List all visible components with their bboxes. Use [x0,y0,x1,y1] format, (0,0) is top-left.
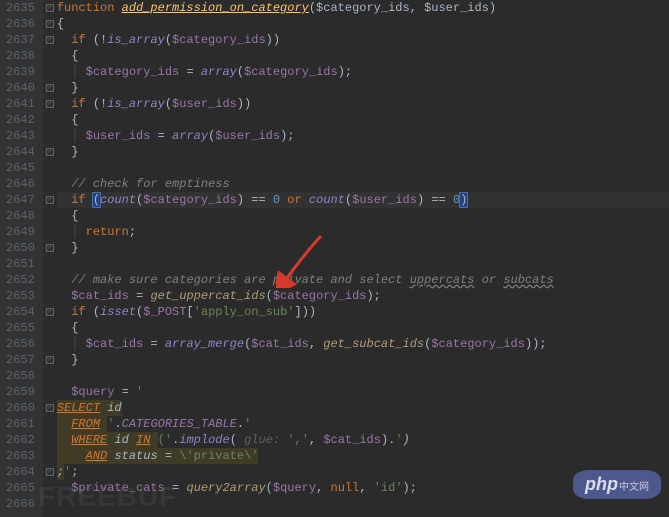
line-number: 2647 [6,192,35,208]
line-number: 2653 [6,288,35,304]
fold-gutter[interactable]: - - - - - - - - - - - - [43,0,57,517]
line-number: 2666 [6,496,35,512]
code-line[interactable]: } [57,144,669,160]
line-number: 2638 [6,48,35,64]
line-number: 2646 [6,176,35,192]
code-line[interactable]: $query = ' [57,384,669,400]
line-number: 2662 [6,432,35,448]
line-number: 2654 [6,304,35,320]
fold-toggle[interactable]: - [46,4,54,12]
line-number: 2650 [6,240,35,256]
code-line[interactable]: │ return; [57,224,669,240]
code-line[interactable]: if (!is_array($category_ids)) [57,32,669,48]
line-number: 2652 [6,272,35,288]
line-number: 2641 [6,96,35,112]
fold-toggle[interactable]: - [46,244,54,252]
fold-toggle[interactable]: - [46,356,54,364]
code-line[interactable]: } [57,240,669,256]
line-number: 2656 [6,336,35,352]
code-line[interactable]: } [57,80,669,96]
line-number: 2636 [6,16,35,32]
code-line[interactable]: { [57,16,669,32]
line-number: 2665 [6,480,35,496]
line-number: 2643 [6,128,35,144]
code-line[interactable]: function add_permission_on_category($cat… [57,0,669,16]
code-editor[interactable]: 2635263626372638263926402641264226432644… [0,0,669,517]
code-line[interactable]: FROM '.CATEGORIES_TABLE.' [57,416,669,432]
code-area[interactable]: function add_permission_on_category($cat… [57,0,669,517]
code-line[interactable]: if (!is_array($user_ids)) [57,96,669,112]
code-line[interactable] [57,160,669,176]
line-number: 2661 [6,416,35,432]
line-number: 2642 [6,112,35,128]
code-line[interactable]: { [57,320,669,336]
code-line[interactable] [57,368,669,384]
fold-toggle[interactable]: - [46,196,54,204]
fold-toggle[interactable]: - [46,36,54,44]
line-number: 2651 [6,256,35,272]
fold-toggle[interactable]: - [46,148,54,156]
line-number: 2664 [6,464,35,480]
line-number: 2663 [6,448,35,464]
code-line[interactable] [57,496,669,512]
code-line[interactable]: │ $cat_ids = array_merge($cat_ids, get_s… [57,336,669,352]
line-number: 2649 [6,224,35,240]
line-number: 2659 [6,384,35,400]
line-number: 2644 [6,144,35,160]
code-line[interactable]: WHERE id IN ('.implode( glue: ',', $cat_… [57,432,669,448]
code-line[interactable]: $cat_ids = get_uppercat_ids($category_id… [57,288,669,304]
line-number: 2637 [6,32,35,48]
line-number: 2639 [6,64,35,80]
code-line[interactable]: if (count($category_ids) == 0 or count($… [57,192,669,208]
line-number: 2655 [6,320,35,336]
code-line[interactable]: SELECT id [57,400,669,416]
fold-toggle[interactable]: - [46,20,54,28]
code-line[interactable]: │ $user_ids = array($user_ids); [57,128,669,144]
line-number: 2645 [6,160,35,176]
line-number: 2635 [6,0,35,16]
line-number: 2657 [6,352,35,368]
code-line[interactable]: // check for emptiness [57,176,669,192]
code-line[interactable]: { [57,48,669,64]
code-line[interactable]: │ $category_ids = array($category_ids); [57,64,669,80]
fold-toggle[interactable]: - [46,308,54,316]
php-logo-watermark: php中文网 [573,470,661,499]
fold-toggle[interactable]: - [46,468,54,476]
fold-toggle[interactable]: - [46,100,54,108]
fold-toggle[interactable]: - [46,84,54,92]
code-line[interactable]: AND status = \'private\' [57,448,669,464]
line-number: 2648 [6,208,35,224]
line-number: 2660 [6,400,35,416]
line-number: 2658 [6,368,35,384]
line-number: 2640 [6,80,35,96]
code-line[interactable]: } [57,352,669,368]
code-line[interactable]: if (isset($_POST['apply_on_sub'])) [57,304,669,320]
code-line[interactable] [57,256,669,272]
fold-toggle[interactable]: - [46,404,54,412]
code-line[interactable]: { [57,112,669,128]
code-line[interactable]: // make sure categories are private and … [57,272,669,288]
code-line[interactable]: { [57,208,669,224]
line-number-gutter: 2635263626372638263926402641264226432644… [0,0,43,517]
